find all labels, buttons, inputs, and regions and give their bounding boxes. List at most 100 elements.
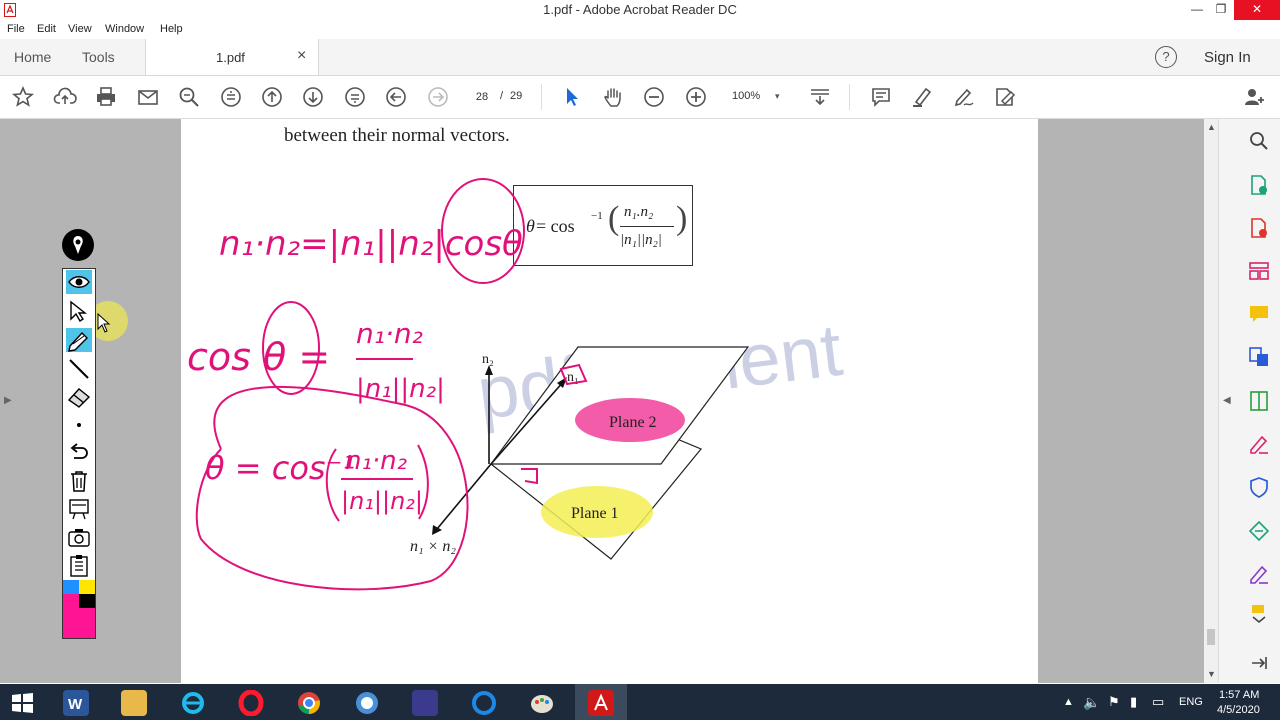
- ink-line2: cos θ =: [187, 335, 330, 379]
- upload-icon[interactable]: [53, 85, 77, 109]
- color-swatch-yellow[interactable]: [79, 580, 95, 594]
- convert-icon[interactable]: [1248, 520, 1270, 542]
- paint-icon[interactable]: [529, 690, 555, 716]
- ink-line3-den: |n₁||n₂|: [341, 487, 423, 515]
- color-swatch-pink[interactable]: [63, 594, 79, 608]
- selected-color-swatch[interactable]: [63, 608, 95, 638]
- eraser-icon[interactable]: [66, 385, 92, 409]
- scroll-up-arrow-icon[interactable]: ▲: [1207, 122, 1216, 132]
- teams-icon[interactable]: [412, 690, 438, 716]
- network-icon[interactable]: ▮: [1130, 694, 1137, 710]
- share-user-icon[interactable]: [1242, 85, 1266, 109]
- tab-bar: Home Tools 1.pdf × ? Sign In: [0, 39, 1280, 76]
- document-viewport[interactable]: ▶ between their normal vectors. θ = cos …: [0, 119, 1204, 683]
- menu-edit[interactable]: Edit: [37, 23, 56, 35]
- zoom-value: 100%: [732, 90, 761, 102]
- highlight-icon[interactable]: [910, 85, 934, 109]
- line-icon[interactable]: [66, 357, 92, 381]
- combine-icon[interactable]: [1248, 346, 1270, 368]
- eye-icon[interactable]: [66, 270, 92, 294]
- compress-icon[interactable]: [1248, 390, 1270, 412]
- page-display-icon[interactable]: [808, 85, 832, 109]
- help-button[interactable]: ?: [1155, 46, 1177, 68]
- comment-icon[interactable]: [869, 85, 893, 109]
- arrow-up-icon[interactable]: [260, 85, 284, 109]
- search-icon[interactable]: [1248, 130, 1270, 152]
- mail-icon[interactable]: [136, 85, 160, 109]
- tab-home[interactable]: Home: [14, 49, 51, 65]
- app-icon[interactable]: [354, 690, 380, 716]
- scroll-thumb[interactable]: [1207, 629, 1215, 645]
- trash-icon[interactable]: [66, 469, 92, 493]
- scroll-down-icon[interactable]: [343, 85, 367, 109]
- print-icon[interactable]: [94, 85, 118, 109]
- scroll-down-arrow-icon[interactable]: ▼: [1207, 669, 1216, 679]
- arrow-left-icon[interactable]: [384, 85, 408, 109]
- cortana-icon[interactable]: [471, 690, 497, 716]
- language-indicator[interactable]: ENG: [1179, 696, 1203, 708]
- zoom-in-icon[interactable]: [684, 85, 708, 109]
- more-tools-icon[interactable]: [1248, 603, 1270, 625]
- clipboard-icon[interactable]: [66, 553, 92, 577]
- toolbar: 28 / 29 100% ▾: [0, 76, 1280, 119]
- windows-start-icon[interactable]: [9, 690, 35, 716]
- flag-icon[interactable]: ⚑: [1108, 694, 1120, 710]
- edit-icon[interactable]: [1248, 433, 1270, 455]
- protect-icon[interactable]: [1248, 476, 1270, 498]
- select-cursor-icon[interactable]: [560, 85, 584, 109]
- sign-icon[interactable]: [952, 85, 976, 109]
- menu-file[interactable]: File: [7, 23, 25, 35]
- close-window-button[interactable]: ✕: [1234, 0, 1280, 20]
- plane2-label: Plane 2: [609, 414, 657, 431]
- create-pdf-icon[interactable]: [1248, 217, 1270, 239]
- hand-icon[interactable]: [601, 85, 625, 109]
- menu-bar: File Edit View Window Help: [0, 20, 1280, 39]
- opera-icon[interactable]: [238, 689, 264, 717]
- fill-sign-tool-icon[interactable]: [1248, 563, 1270, 585]
- camera-icon[interactable]: [66, 525, 92, 549]
- dot-icon[interactable]: [66, 413, 92, 437]
- pen-logo-icon[interactable]: [62, 229, 94, 261]
- battery-icon[interactable]: ▭: [1152, 694, 1164, 710]
- clock-date[interactable]: 4/5/2020: [1217, 704, 1260, 716]
- clock-time[interactable]: 1:57 AM: [1219, 689, 1259, 701]
- export-pdf-icon[interactable]: [1248, 174, 1270, 196]
- search-zoom-icon[interactable]: [177, 85, 201, 109]
- ink-line3: θ = cos⁻¹: [205, 449, 355, 487]
- whiteboard-icon[interactable]: [66, 497, 92, 521]
- ie-icon[interactable]: [180, 690, 206, 716]
- tab-tools[interactable]: Tools: [82, 49, 115, 65]
- organize-icon[interactable]: [1248, 260, 1270, 282]
- acrobat-icon[interactable]: [588, 690, 614, 716]
- zoom-select[interactable]: 100% ▾: [723, 85, 789, 109]
- undo-icon[interactable]: [66, 441, 92, 465]
- color-swatch-blue[interactable]: [63, 580, 79, 594]
- pane-expand-icon[interactable]: [1248, 652, 1270, 674]
- tray-overflow-icon[interactable]: ▲: [1063, 696, 1074, 708]
- word-icon[interactable]: W: [63, 690, 89, 716]
- fill-sign-icon[interactable]: [993, 85, 1017, 109]
- pencil-icon[interactable]: [66, 328, 92, 352]
- sign-in-link[interactable]: Sign In: [1204, 49, 1251, 66]
- color-swatch-black[interactable]: [79, 594, 95, 608]
- chrome-icon[interactable]: [296, 690, 322, 716]
- page-number-input[interactable]: 28: [466, 87, 498, 107]
- menu-help[interactable]: Help: [160, 23, 183, 35]
- comment-tool-icon[interactable]: [1248, 303, 1270, 325]
- menu-window[interactable]: Window: [105, 23, 144, 35]
- tab-document[interactable]: 1.pdf ×: [145, 39, 319, 75]
- pane-collapse-icon[interactable]: ◀: [1223, 395, 1231, 406]
- scroll-up-icon[interactable]: [219, 85, 243, 109]
- restore-button[interactable]: ❐: [1206, 0, 1236, 20]
- explorer-icon[interactable]: [121, 690, 147, 716]
- arrow-right-icon[interactable]: [426, 85, 450, 109]
- menu-view[interactable]: View: [68, 23, 92, 35]
- arrow-pointer-icon[interactable]: [66, 299, 92, 323]
- arrow-down-icon[interactable]: [301, 85, 325, 109]
- star-icon[interactable]: [11, 85, 35, 109]
- close-tab-button[interactable]: ×: [297, 47, 306, 65]
- zoom-out-icon[interactable]: [642, 85, 666, 109]
- vertical-scrollbar[interactable]: ▲ ▼: [1204, 119, 1218, 683]
- volume-icon[interactable]: 🔈: [1083, 694, 1100, 711]
- left-panel-toggle-icon[interactable]: ▶: [4, 395, 12, 406]
